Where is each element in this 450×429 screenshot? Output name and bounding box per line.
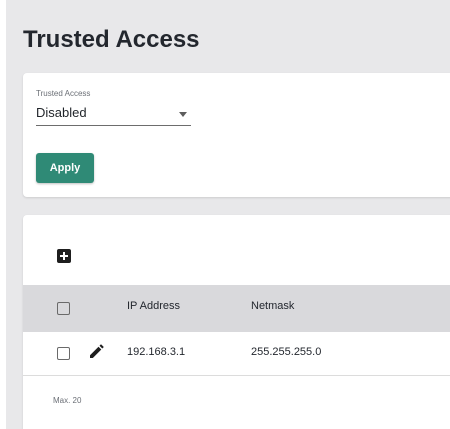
max-entries-note: Max. 20 — [53, 396, 82, 405]
trusted-access-settings-card: Trusted Access Disabled Apply — [23, 73, 450, 197]
pencil-icon[interactable] — [87, 343, 105, 361]
trusted-access-table-card: IP Address Netmask 192.168.3.1 255.255.2… — [23, 215, 450, 429]
table-row: 192.168.3.1 255.255.255.0 — [23, 332, 450, 376]
add-box-icon[interactable] — [56, 248, 72, 264]
page-title: Trusted Access — [23, 26, 200, 53]
cell-netmask: 255.255.255.0 — [251, 346, 322, 358]
table-header: IP Address Netmask — [23, 285, 450, 332]
caret-down-icon — [179, 112, 187, 117]
column-header-ip-address: IP Address — [127, 300, 180, 312]
apply-button[interactable]: Apply — [36, 153, 94, 183]
row-checkbox[interactable] — [57, 347, 70, 360]
trusted-access-select-value: Disabled — [36, 105, 87, 120]
page-container: Trusted Access Trusted Access Disabled A… — [6, 0, 450, 429]
trusted-access-select[interactable]: Disabled — [36, 103, 191, 126]
select-all-checkbox[interactable] — [57, 302, 70, 315]
trusted-access-label: Trusted Access — [36, 89, 91, 98]
cell-ip-address: 192.168.3.1 — [127, 346, 186, 358]
column-header-netmask: Netmask — [251, 300, 295, 312]
